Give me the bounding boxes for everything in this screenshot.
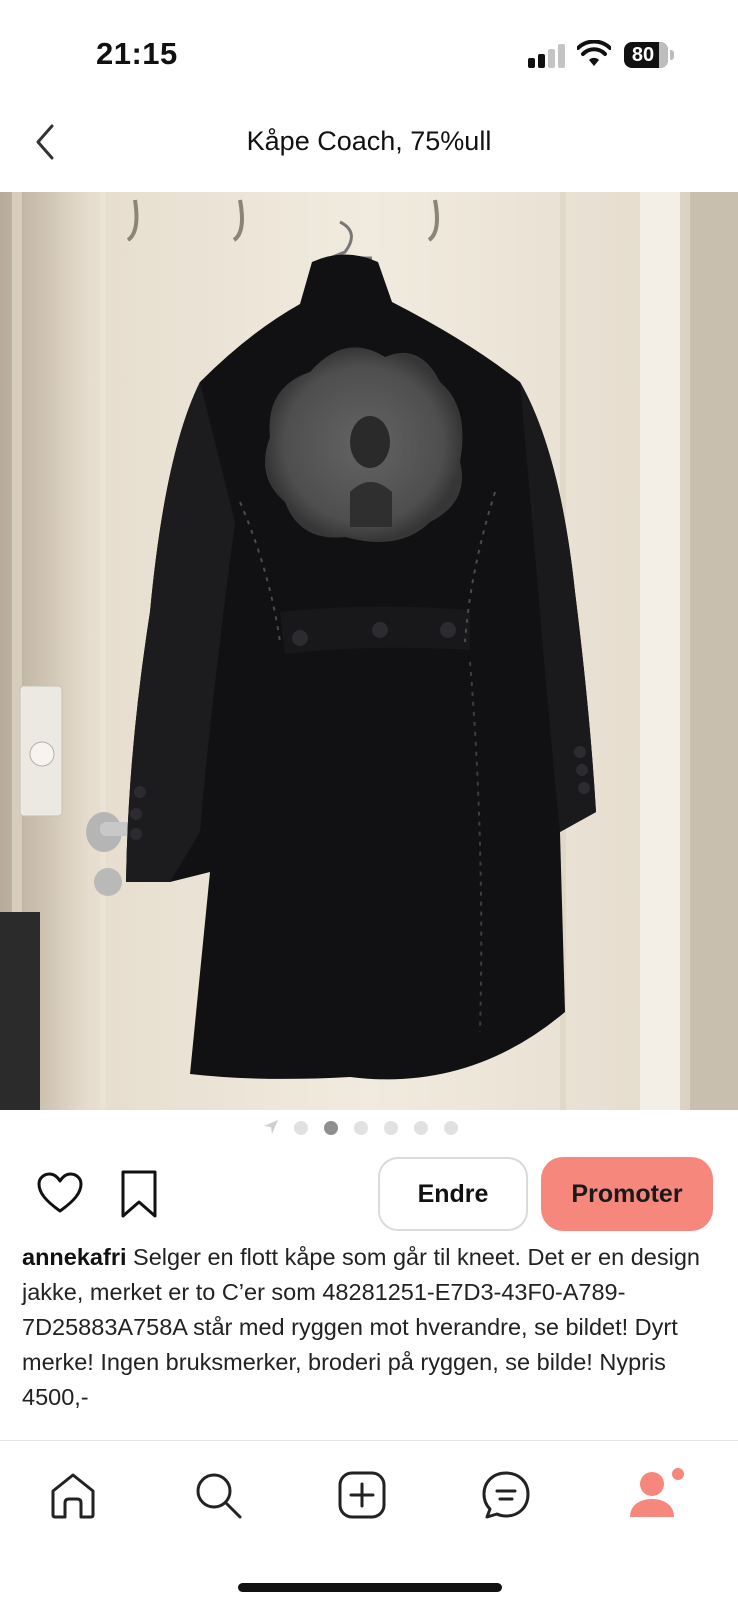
profile-icon[interactable]: [622, 1467, 686, 1523]
status-time: 21:15: [96, 36, 178, 71]
carousel-dot[interactable]: [354, 1121, 368, 1135]
carousel-dot[interactable]: [414, 1121, 428, 1135]
actions-row: Endre Promoter: [0, 1155, 738, 1235]
battery-icon: 80: [624, 42, 674, 68]
location-arrow-icon: [264, 1120, 278, 1134]
carousel-dot[interactable]: [294, 1121, 308, 1135]
heart-icon[interactable]: [36, 1171, 84, 1215]
listing-photo[interactable]: [0, 192, 738, 1110]
search-icon[interactable]: [190, 1467, 246, 1523]
seller-username[interactable]: annekafri: [22, 1244, 127, 1270]
bottom-tab-bar: [0, 1440, 738, 1601]
promote-button[interactable]: Promoter: [541, 1157, 713, 1231]
page-title: Kåpe Coach, 75%ull: [246, 126, 492, 156]
listing-description: annekafri Selger en flott kåpe som går t…: [22, 1240, 722, 1415]
bookmark-icon[interactable]: [118, 1169, 160, 1219]
carousel-indicator: [0, 1116, 738, 1140]
carousel-dot-active[interactable]: [324, 1121, 338, 1135]
notification-dot: [672, 1468, 684, 1480]
battery-level: 80: [631, 44, 655, 66]
messages-icon[interactable]: [478, 1467, 534, 1523]
cellular-signal-icon: [528, 44, 568, 68]
header: Kåpe Coach, 75%ull: [0, 100, 738, 190]
coat-photo-image: [0, 192, 738, 1110]
home-icon[interactable]: [45, 1467, 101, 1523]
home-indicator: [238, 1583, 502, 1592]
carousel-dot[interactable]: [384, 1121, 398, 1135]
status-bar: 21:15 80: [0, 0, 738, 100]
edit-button[interactable]: Endre: [378, 1157, 528, 1231]
add-listing-icon[interactable]: [334, 1467, 390, 1523]
carousel-dot[interactable]: [444, 1121, 458, 1135]
wifi-icon: [577, 40, 611, 66]
